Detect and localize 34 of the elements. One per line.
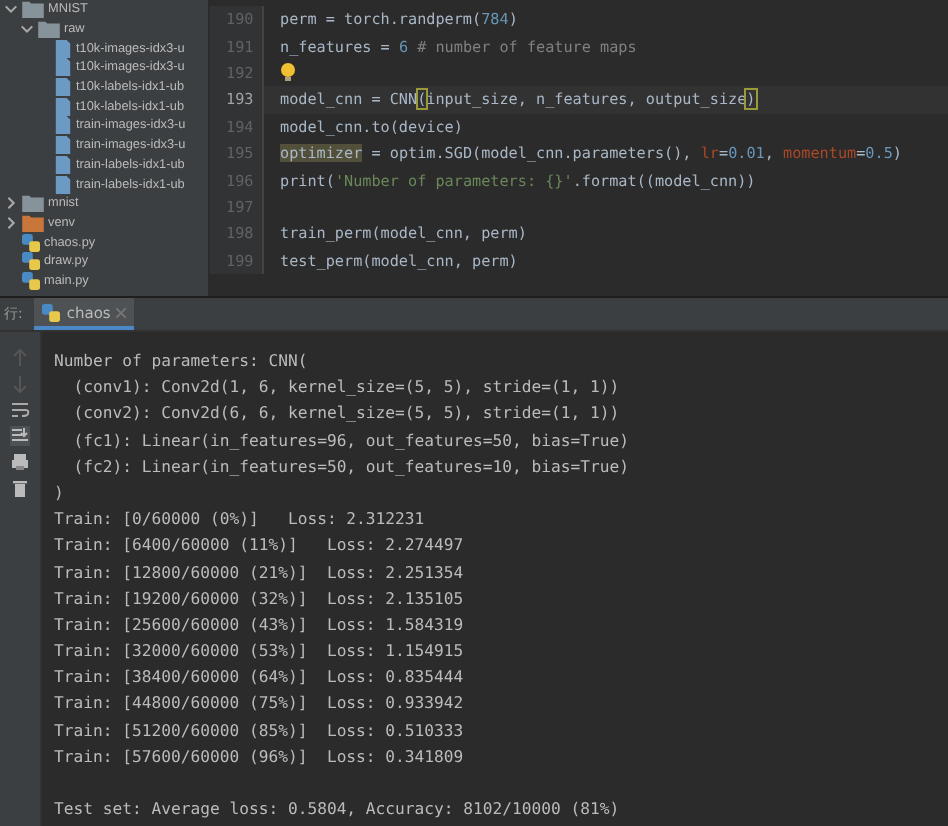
console-line: ) <box>54 479 66 506</box>
python-file-icon <box>22 252 40 271</box>
console-line: Train: [44800/60000 (75%)] Loss: 0.933942 <box>54 690 466 717</box>
chevron-down-icon[interactable] <box>4 2 18 17</box>
python-file-icon <box>42 303 61 321</box>
soft-wrap-icon[interactable] <box>10 400 30 420</box>
lightbulb-icon[interactable] <box>280 62 296 83</box>
trash-icon[interactable] <box>10 478 30 498</box>
folder-icon <box>22 213 44 232</box>
print-icon[interactable] <box>10 452 30 472</box>
folder-icon <box>22 0 44 19</box>
console-line: Number of parameters: CNN( <box>54 348 310 374</box>
scroll-to-end-icon[interactable] <box>10 426 30 446</box>
python-file-icon <box>22 233 40 252</box>
console-line: Test set: Average loss: 0.5804, Accuracy: 8102/10000 (81%) <box>54 796 622 823</box>
python-file-icon <box>22 271 40 290</box>
console-line: Train: [6400/60000 (11%)] Loss: 2.274497 <box>54 532 466 559</box>
chevron-right-icon[interactable] <box>4 196 18 211</box>
console-line: Train: [57600/60000 (96%)] Loss: 0.341809 <box>54 743 466 770</box>
console-line: (fc1): Linear(in_features=96, out_features=50, bias=True) <box>71 427 631 454</box>
chevron-down-icon[interactable] <box>20 22 34 37</box>
console-line: Train: [19200/60000 (32%)] Loss: 2.135105 <box>54 585 466 612</box>
console-line: Train: [38400/60000 (64%)] Loss: 0.835444 <box>54 664 466 691</box>
console-line: Train: [25600/60000 (43%)] Loss: 1.584319 <box>54 611 466 638</box>
console-line: Train: [51200/60000 (85%)] Loss: 0.510333 <box>54 717 466 744</box>
console-line: (conv1): Conv2d(1, 6, kernel_size=(5, 5), stride=(1, 1)) <box>71 374 622 401</box>
console-line: Train: [32000/60000 (53%)] Loss: 1.154915 <box>54 638 466 665</box>
console-line: Train: [0/60000 (0%)] Loss: 2.312231 <box>54 506 427 533</box>
folder-icon <box>38 20 60 39</box>
console-line: (conv2): Conv2d(6, 6, kernel_size=(5, 5), stride=(1, 1)) <box>71 400 622 427</box>
console-line: (fc2): Linear(in_features=50, out_features=10, bias=True) <box>71 453 631 480</box>
chevron-right-icon[interactable] <box>4 215 18 230</box>
console-line: Train: [12800/60000 (21%)] Loss: 2.251354 <box>54 559 466 585</box>
folder-icon <box>22 194 44 213</box>
